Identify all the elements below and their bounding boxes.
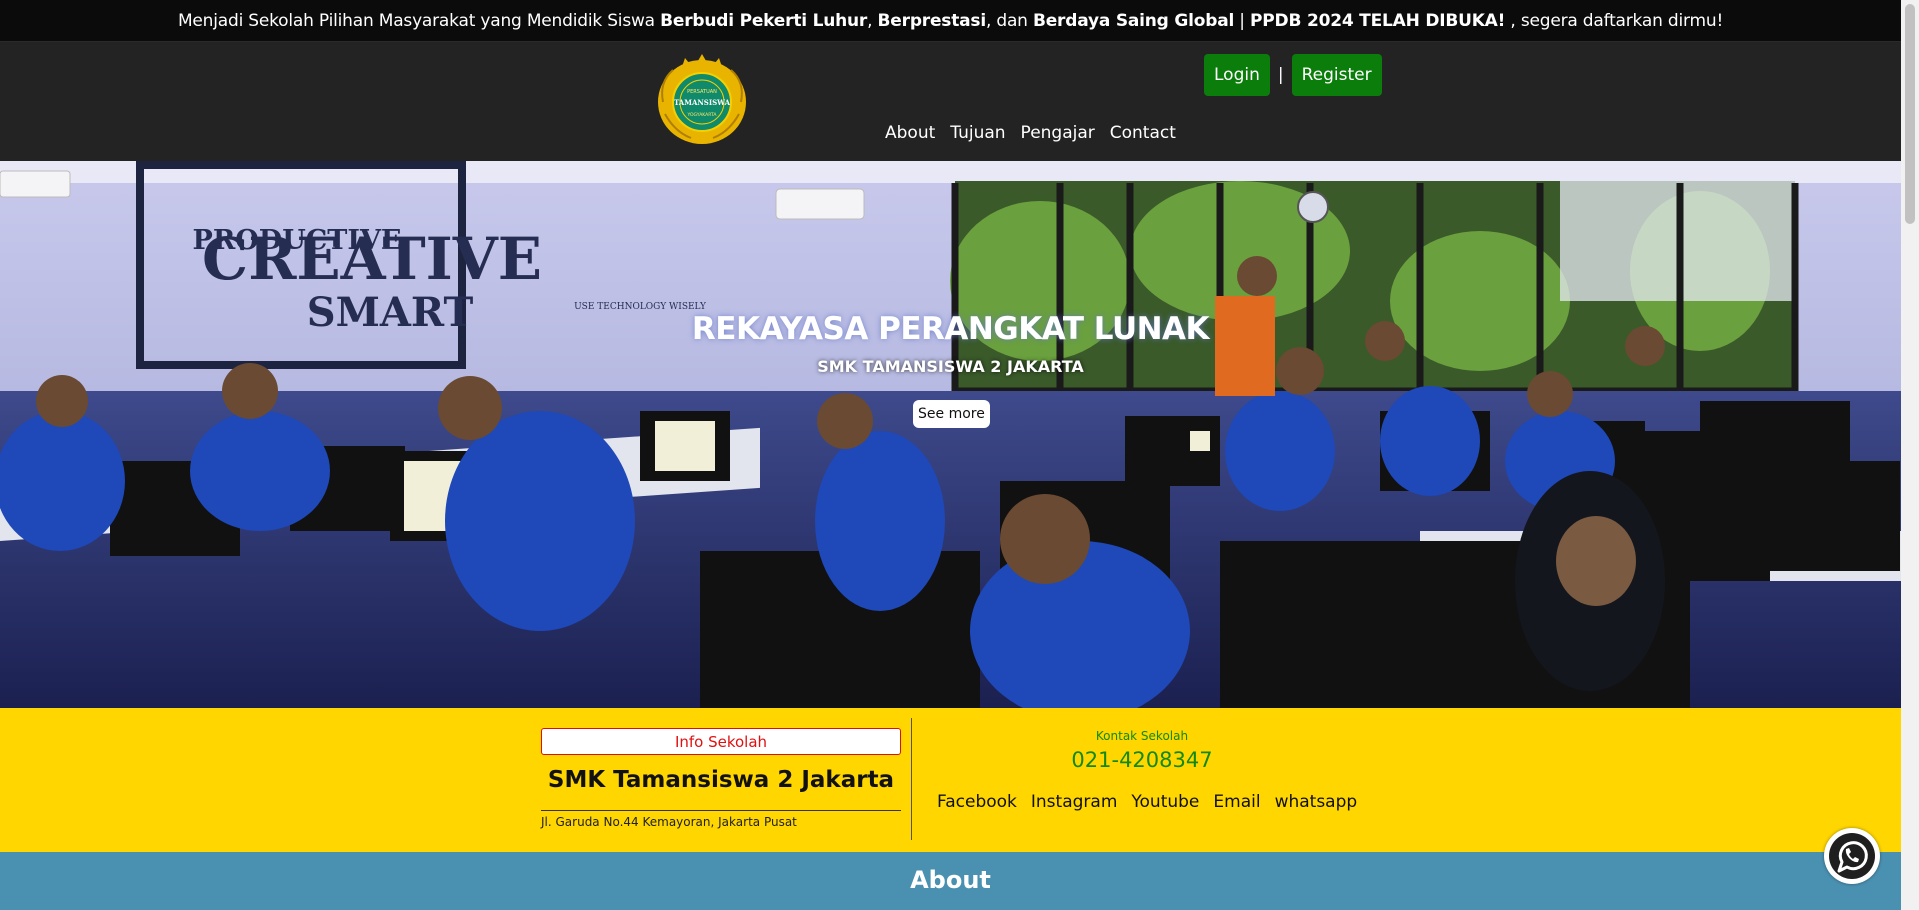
navbar: PERSATUAN TAMANSISWA YOGYAKARTA About Tu… xyxy=(0,42,1901,161)
info-divider-line xyxy=(541,810,901,811)
whatsapp-float-button[interactable] xyxy=(1824,828,1880,884)
announcement-text: Menjadi Sekolah Pilihan Masyarakat yang … xyxy=(177,10,1724,31)
svg-text:YOGYAKARTA: YOGYAKARTA xyxy=(686,112,717,118)
whatsapp-icon xyxy=(1829,833,1875,879)
svg-text:PERSATUAN: PERSATUAN xyxy=(687,89,717,95)
social-link-email[interactable]: Email xyxy=(1213,792,1260,812)
scrollbar-thumb[interactable] xyxy=(1905,4,1915,224)
nav-links: About Tujuan Pengajar Contact xyxy=(885,123,1176,143)
nav-link-contact[interactable]: Contact xyxy=(1110,123,1176,143)
nav-link-about[interactable]: About xyxy=(885,123,935,143)
contact-label: Kontak Sekolah xyxy=(1095,729,1189,743)
register-button[interactable]: Register xyxy=(1291,54,1382,96)
contact-phone[interactable]: 021-4208347 xyxy=(912,748,1372,772)
info-section: Info Sekolah SMK Tamansiswa 2 Jakarta Jl… xyxy=(0,708,1901,852)
school-address: Jl. Garuda No.44 Kemayoran, Jakarta Pusa… xyxy=(541,815,797,829)
nav-link-tujuan[interactable]: Tujuan xyxy=(950,123,1005,143)
social-link-facebook[interactable]: Facebook xyxy=(937,792,1017,812)
login-button[interactable]: Login xyxy=(1204,54,1270,96)
social-links: Facebook Instagram Youtube Email whatsap… xyxy=(937,792,1357,812)
school-logo[interactable]: PERSATUAN TAMANSISWA YOGYAKARTA xyxy=(655,52,749,146)
hero-image: PRODUCTIVE CREATIVE SMART USE TECHNOLOGY… xyxy=(0,161,1901,708)
auth-separator: | xyxy=(1277,65,1284,85)
hero-subtitle: SMK TAMANSISWA 2 JAKARTA xyxy=(817,357,1084,376)
hero-banner: PRODUCTIVE CREATIVE SMART USE TECHNOLOGY… xyxy=(0,161,1901,708)
hero-title: REKAYASA PERANGKAT LUNAK xyxy=(691,311,1210,347)
about-section: About xyxy=(0,852,1901,910)
svg-text:TAMANSISWA: TAMANSISWA xyxy=(674,98,731,107)
see-more-button[interactable]: See more xyxy=(913,400,990,428)
about-title: About xyxy=(910,866,991,894)
auth-buttons: Login | Register xyxy=(1204,54,1382,96)
page-scrollbar[interactable] xyxy=(1901,0,1919,910)
social-link-whatsapp[interactable]: whatsapp xyxy=(1275,792,1358,812)
announcement-bar: Menjadi Sekolah Pilihan Masyarakat yang … xyxy=(0,0,1901,42)
school-info: Info Sekolah SMK Tamansiswa 2 Jakarta Jl… xyxy=(541,708,901,852)
nav-link-pengajar[interactable]: Pengajar xyxy=(1021,123,1095,143)
info-sekolah-badge: Info Sekolah xyxy=(541,728,901,755)
social-link-youtube[interactable]: Youtube xyxy=(1131,792,1199,812)
social-link-instagram[interactable]: Instagram xyxy=(1031,792,1118,812)
school-contact: Kontak Sekolah 021-4208347 Facebook Inst… xyxy=(912,708,1372,852)
school-name: SMK Tamansiswa 2 Jakarta xyxy=(547,767,895,793)
svg-text:CREATIVE: CREATIVE xyxy=(202,225,542,293)
